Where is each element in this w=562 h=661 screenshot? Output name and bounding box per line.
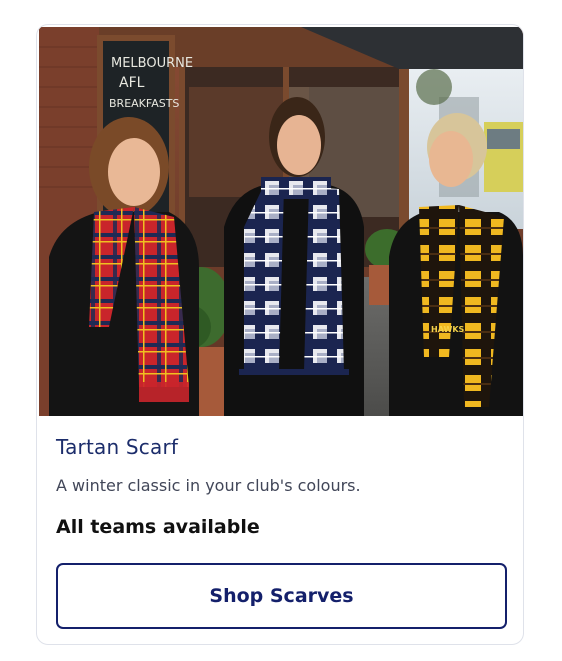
- product-image[interactable]: MELBOURNE AFL BREAKFASTS HAWKS: [39, 27, 523, 416]
- product-card: MELBOURNE AFL BREAKFASTS HAWKS Tartan Sc…: [36, 24, 524, 645]
- chalkboard-line-1: MELBOURNE: [111, 56, 193, 71]
- chalkboard-line-2: AFL: [119, 75, 145, 91]
- chalkboard-line-3: BREAKFASTS: [109, 97, 179, 110]
- scarf-label: HAWKS: [431, 325, 465, 334]
- product-title: Tartan Scarf: [56, 435, 179, 459]
- availability-text: All teams available: [56, 516, 260, 538]
- shop-scarves-button[interactable]: Shop Scarves: [56, 563, 507, 629]
- product-description: A winter classic in your club's colours.: [56, 476, 361, 495]
